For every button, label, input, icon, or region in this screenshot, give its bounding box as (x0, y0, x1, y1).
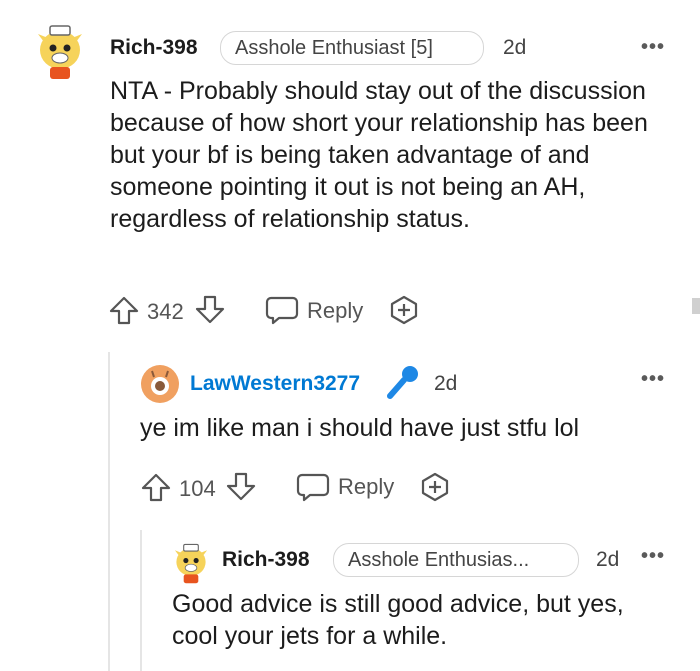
reply-button[interactable]: Reply (338, 474, 394, 500)
avatar-lawwestern3277[interactable] (140, 364, 180, 404)
avatar-rich-398[interactable] (172, 540, 210, 584)
vote-count: 104 (179, 476, 216, 501)
user-flair: Asshole Enthusias... (333, 543, 579, 577)
reply-bubble-icon[interactable] (265, 294, 299, 326)
award-plus-icon[interactable] (388, 294, 420, 326)
comment-body: NTA - Probably should stay out of the di… (110, 77, 648, 233)
comment-username[interactable]: Rich-398 (222, 548, 310, 572)
comment-timestamp: 2d (503, 36, 527, 59)
downvote-icon[interactable] (194, 294, 226, 326)
user-flair: Asshole Enthusiast [5] (220, 31, 484, 65)
comment-timestamp: 2d (596, 548, 620, 571)
microphone-icon (387, 366, 418, 399)
downvote-icon[interactable] (225, 471, 257, 503)
vote-count: 342 (147, 299, 184, 324)
comment-body: ye im like man i should have just stfu l… (140, 414, 580, 442)
scrollbar-thumb[interactable] (692, 298, 700, 314)
upvote-icon[interactable] (140, 471, 172, 503)
upvote-icon[interactable] (108, 294, 140, 326)
comment-timestamp: 2d (434, 372, 458, 395)
reply-bubble-icon[interactable] (296, 471, 330, 503)
thread-line-level-2[interactable] (140, 530, 142, 671)
overflow-dots-icon[interactable]: ••• (641, 36, 665, 59)
overflow-dots-icon[interactable]: ••• (641, 545, 665, 568)
reply-button[interactable]: Reply (307, 298, 363, 324)
overflow-dots-icon[interactable]: ••• (641, 368, 665, 391)
thread-line-level-1[interactable] (108, 352, 110, 671)
comment-body: Good advice is still good advice, but ye… (172, 590, 624, 650)
comment-username[interactable]: LawWestern3277 (190, 372, 360, 396)
avatar-rich-398[interactable] (34, 20, 86, 80)
award-plus-icon[interactable] (419, 471, 451, 503)
comment-username[interactable]: Rich-398 (110, 36, 198, 60)
